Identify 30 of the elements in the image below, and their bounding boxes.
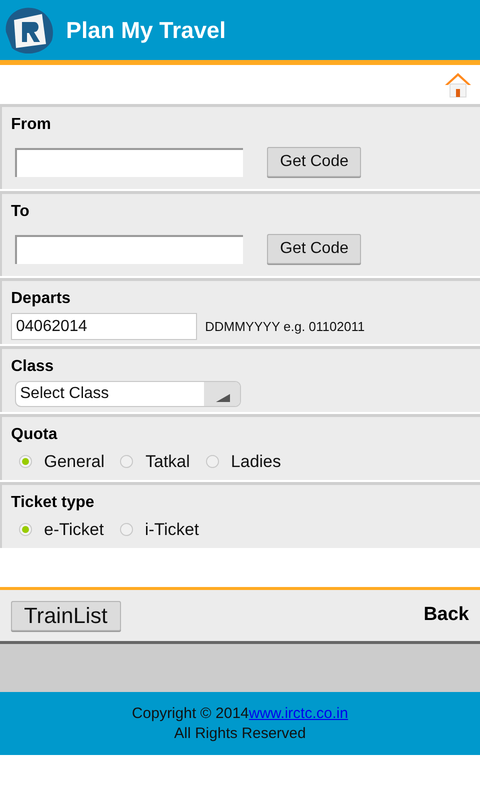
- page-title: Plan My Travel: [66, 16, 226, 45]
- radio-button[interactable]: [19, 523, 32, 536]
- field-label: Quota: [11, 425, 58, 445]
- back-link[interactable]: Back: [424, 601, 469, 630]
- field-label: Class: [11, 357, 55, 377]
- radio-option[interactable]: General: [19, 449, 104, 474]
- field-label: Ticket type: [11, 493, 96, 513]
- radio-button[interactable]: [206, 455, 219, 468]
- radio-option[interactable]: e-Ticket: [19, 517, 104, 542]
- radio-button[interactable]: [19, 455, 32, 468]
- get-code-button[interactable]: Get Code: [267, 147, 362, 177]
- rights-text: All Rights Reserved: [174, 724, 306, 744]
- input-field[interactable]: [15, 148, 243, 176]
- radio-option[interactable]: Tatkal: [120, 449, 190, 474]
- date-field[interactable]: 04062014: [11, 313, 197, 340]
- field-label: Departs: [11, 289, 72, 309]
- radio-button[interactable]: [120, 523, 133, 536]
- radio-option[interactable]: Ladies: [206, 449, 282, 474]
- dropdown-arrow-icon: [204, 382, 240, 406]
- copyright-text: Copyright © 2014www.irctc.co.in: [132, 704, 348, 724]
- field-label: To: [11, 202, 30, 222]
- input-field[interactable]: [15, 234, 243, 264]
- home-icon[interactable]: [444, 70, 472, 98]
- radio-option[interactable]: i-Ticket: [120, 517, 199, 542]
- get-code-button[interactable]: Get Code: [267, 234, 362, 264]
- class-select[interactable]: Select Class: [15, 381, 241, 407]
- field-label: From: [11, 115, 52, 135]
- radio-button[interactable]: [120, 455, 134, 468]
- date-format-hint: DDMMYYYY e.g. 01102011: [205, 318, 365, 336]
- train-list-button[interactable]: TrainList: [11, 600, 121, 630]
